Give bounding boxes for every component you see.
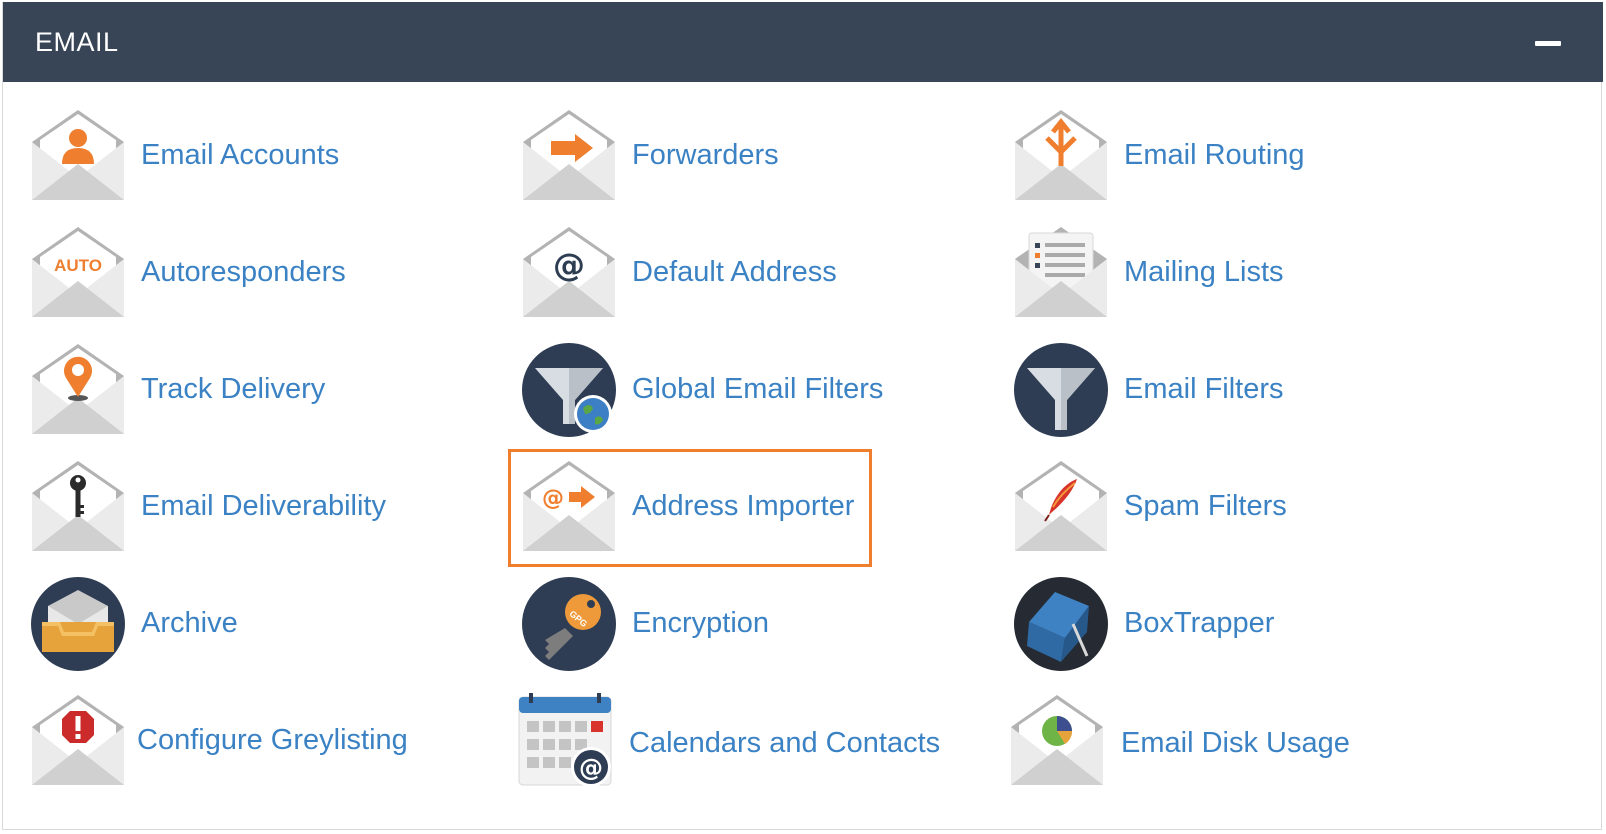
envelope-auto-icon: AUTO [30, 225, 126, 321]
address-importer-label: Address Importer [632, 490, 855, 522]
envelope-arrow-icon [521, 108, 617, 204]
svg-text:AUTO: AUTO [54, 256, 102, 275]
global-email-filters-link[interactable]: Global Email Filters [521, 342, 961, 438]
calendar-at-icon: @ [517, 693, 613, 789]
calendars-and-contacts-label: Calendars and Contacts [629, 727, 941, 759]
section-header[interactable]: EMAIL [3, 2, 1603, 82]
archive-link[interactable]: Archive [30, 576, 470, 672]
email-deliverability-label: Email Deliverability [141, 490, 386, 522]
envelope-list-icon [1013, 225, 1109, 321]
funnel-icon [1013, 342, 1109, 438]
envelope-user-icon [30, 108, 126, 204]
email-filters-label: Email Filters [1124, 373, 1284, 405]
autoresponders-label: Autoresponders [141, 256, 346, 288]
forwarders-link[interactable]: Forwarders [521, 108, 961, 204]
envelope-key-icon [30, 459, 126, 555]
boxtrapper-link[interactable]: BoxTrapper [1013, 576, 1453, 672]
envelope-pie-chart-icon [1009, 693, 1105, 789]
envelope-routing-icon [1013, 108, 1109, 204]
archive-box-icon [30, 576, 126, 672]
email-deliverability-link[interactable]: Email Deliverability [30, 459, 470, 555]
encryption-label: Encryption [632, 607, 770, 639]
configure-greylisting-label: Configure Greylisting [137, 724, 408, 756]
envelope-warning-icon [30, 693, 126, 789]
section-title: EMAIL [35, 27, 119, 57]
email-disk-usage-link[interactable]: Email Disk Usage [1009, 693, 1449, 789]
spam-filters-label: Spam Filters [1124, 490, 1287, 522]
svg-text:@: @ [542, 486, 564, 511]
email-routing-link[interactable]: Email Routing [1013, 108, 1453, 204]
track-delivery-link[interactable]: Track Delivery [30, 342, 470, 438]
default-address-label: Default Address [632, 256, 837, 288]
spam-filters-link[interactable]: Spam Filters [1013, 459, 1453, 555]
minus-icon[interactable] [1531, 26, 1565, 60]
email-disk-usage-label: Email Disk Usage [1121, 727, 1350, 759]
autoresponders-link[interactable]: AUTO Autoresponders [30, 225, 470, 321]
envelope-feather-icon [1013, 459, 1109, 555]
gpg-key-icon: GPG [521, 576, 617, 672]
envelope-at-arrow-icon: @ [521, 459, 617, 555]
calendars-and-contacts-link[interactable]: @ Calendars and Contacts [517, 693, 957, 789]
email-accounts-label: Email Accounts [141, 139, 340, 171]
encryption-link[interactable]: GPG Encryption [521, 576, 961, 672]
email-accounts-link[interactable]: Email Accounts [30, 108, 470, 204]
email-routing-label: Email Routing [1124, 139, 1305, 171]
address-importer-link[interactable]: @ Address Importer [521, 459, 961, 555]
svg-text:@: @ [553, 246, 585, 284]
mailing-lists-link[interactable]: Mailing Lists [1013, 225, 1453, 321]
default-address-link[interactable]: @ Default Address [521, 225, 961, 321]
envelope-at-icon: @ [521, 225, 617, 321]
global-email-filters-label: Global Email Filters [632, 373, 884, 405]
box-trap-icon [1013, 576, 1109, 672]
envelope-location-pin-icon [30, 342, 126, 438]
boxtrapper-label: BoxTrapper [1124, 607, 1275, 639]
forwarders-label: Forwarders [632, 139, 779, 171]
mailing-lists-label: Mailing Lists [1124, 256, 1284, 288]
funnel-globe-icon [521, 342, 617, 438]
configure-greylisting-link[interactable]: Configure Greylisting [30, 693, 470, 789]
track-delivery-label: Track Delivery [141, 373, 326, 405]
svg-text:@: @ [579, 754, 603, 782]
archive-label: Archive [141, 607, 238, 639]
email-filters-link[interactable]: Email Filters [1013, 342, 1453, 438]
